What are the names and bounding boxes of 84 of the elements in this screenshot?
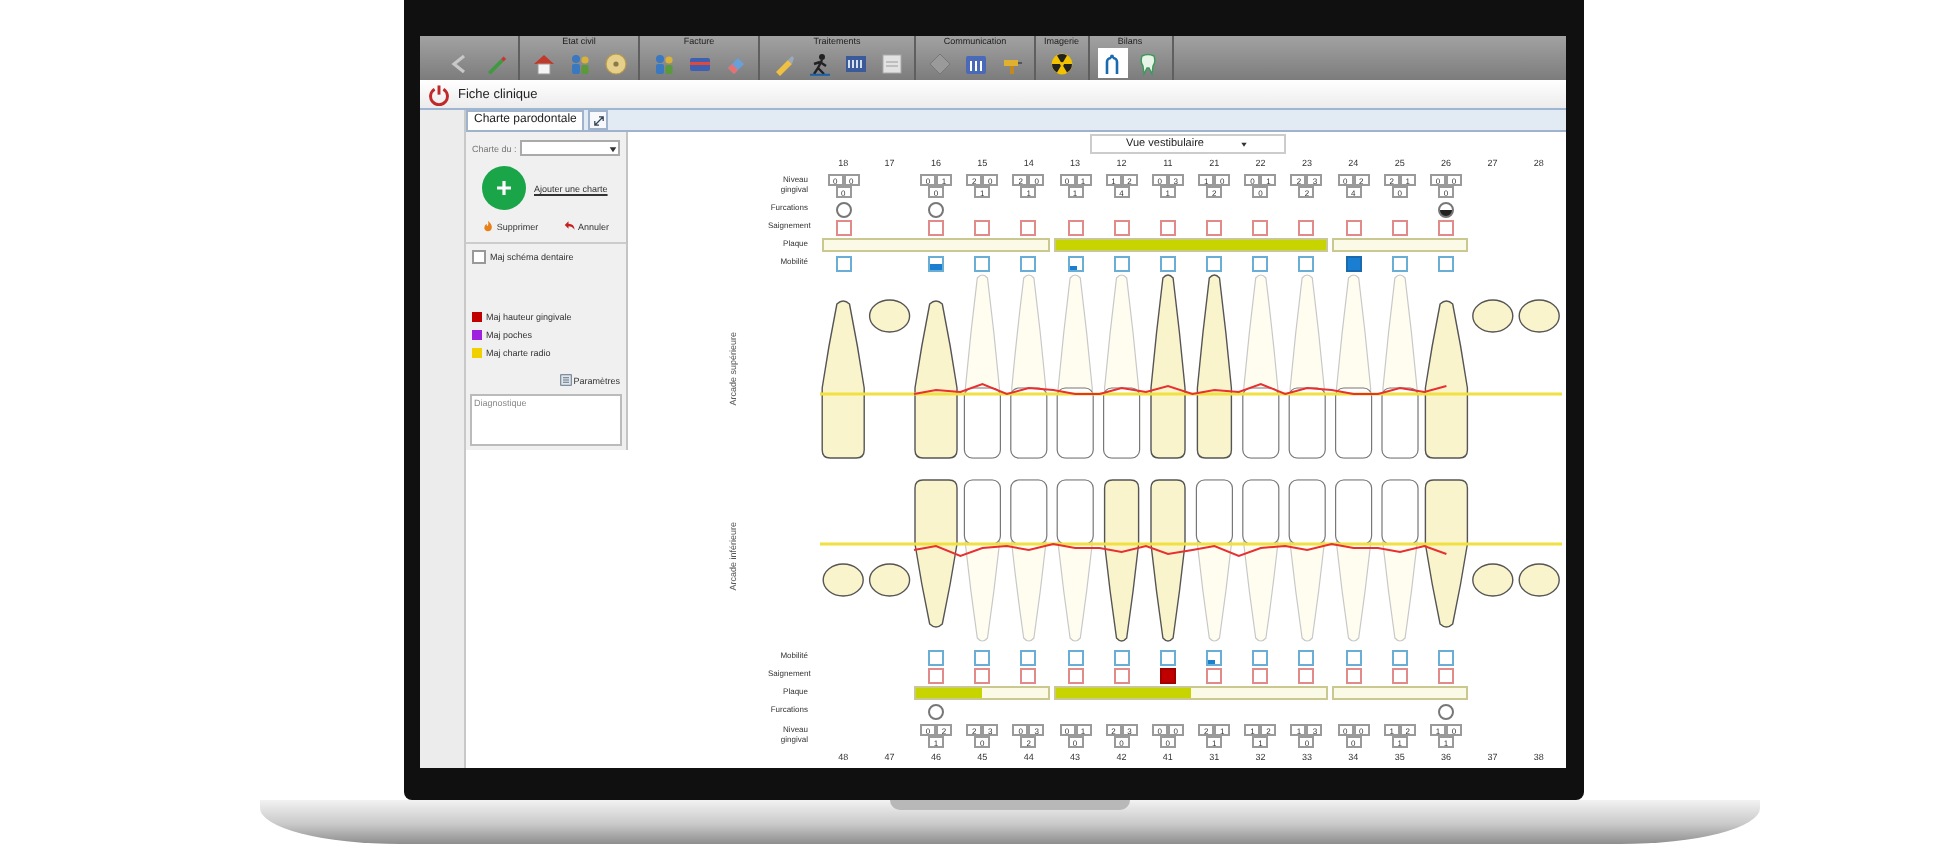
expand-button[interactable] [588, 110, 609, 130]
pen-icon [771, 51, 795, 75]
mobility-marker[interactable] [1438, 649, 1455, 665]
mobility-marker[interactable] [1113, 255, 1130, 271]
bleeding-checkbox[interactable] [1345, 667, 1362, 683]
bleeding-checkbox[interactable] [1159, 219, 1176, 235]
mobility-marker[interactable] [1252, 649, 1269, 665]
mobility-marker[interactable] [1438, 255, 1455, 271]
disc-icon [603, 51, 627, 75]
furcation-marker[interactable] [927, 201, 944, 217]
date-select[interactable] [520, 140, 620, 156]
mobility-marker[interactable] [1345, 649, 1362, 665]
bleeding-checkbox[interactable] [1113, 219, 1130, 235]
mobility-marker[interactable] [1020, 649, 1037, 665]
bleeding-checkbox[interactable] [1345, 219, 1362, 235]
bleeding-checkbox[interactable] [1252, 219, 1269, 235]
back-arrow-icon [447, 51, 471, 75]
undo-arrow-icon [564, 220, 577, 232]
bleeding-checkbox[interactable] [927, 219, 944, 235]
bleeding-checkbox[interactable] [974, 667, 991, 683]
mobility-marker[interactable] [1020, 255, 1037, 271]
mobility-marker[interactable] [1159, 649, 1176, 665]
mobility-marker[interactable] [927, 649, 944, 665]
bleeding-checkbox[interactable] [1298, 219, 1315, 235]
mobility-marker[interactable] [1206, 649, 1223, 665]
power-icon [428, 83, 450, 105]
mobility-marker[interactable] [1391, 255, 1408, 271]
bleeding-checkbox[interactable] [1298, 667, 1315, 683]
people-icon [651, 51, 675, 75]
pencil-icon [483, 51, 507, 75]
people-icon [567, 51, 591, 75]
bleeding-checkbox[interactable] [1067, 667, 1084, 683]
list-icon [843, 51, 867, 75]
toolbar-button[interactable] [1046, 48, 1077, 78]
bleeding-checkbox[interactable] [1020, 219, 1037, 235]
bleeding-checkbox[interactable] [1159, 667, 1176, 683]
figure-icon [807, 51, 831, 75]
mobility-marker[interactable] [1067, 255, 1084, 271]
bleeding-checkbox[interactable] [974, 219, 991, 235]
mobility-marker[interactable] [927, 255, 944, 271]
toolbar-button[interactable] [1097, 48, 1128, 78]
note-icon [879, 51, 903, 75]
bleeding-checkbox[interactable] [1438, 219, 1455, 235]
bleeding-checkbox[interactable] [835, 219, 852, 235]
mobility-marker[interactable] [1159, 255, 1176, 271]
calendar-icon [963, 51, 987, 75]
radiation-icon [1049, 51, 1074, 75]
bleeding-checkbox[interactable] [1206, 219, 1223, 235]
caret-icon [608, 143, 618, 153]
furcation-marker[interactable] [1438, 703, 1455, 719]
bleeding-checkbox[interactable] [1252, 667, 1269, 683]
bleeding-checkbox[interactable] [1438, 667, 1455, 683]
bleeding-checkbox[interactable] [1206, 667, 1223, 683]
flame-icon [482, 220, 495, 232]
bleeding-checkbox[interactable] [927, 667, 944, 683]
schema-checkbox[interactable] [472, 250, 486, 264]
house-icon [531, 51, 555, 75]
mobility-marker[interactable] [1298, 255, 1315, 271]
add-button[interactable] [482, 166, 526, 210]
furcation-marker[interactable] [927, 703, 944, 719]
bleeding-checkbox[interactable] [1113, 667, 1130, 683]
bleeding-checkbox[interactable] [1067, 219, 1084, 235]
mobility-marker[interactable] [1206, 255, 1223, 271]
settings-icon [559, 374, 572, 386]
furcation-marker[interactable] [835, 201, 852, 217]
mobility-marker[interactable] [974, 255, 991, 271]
mobility-marker[interactable] [1391, 649, 1408, 665]
caret-icon [1239, 140, 1248, 148]
mobility-marker[interactable] [1298, 649, 1315, 665]
toolbar-button[interactable] [804, 48, 834, 78]
diamond-icon [927, 51, 951, 75]
mobility-marker[interactable] [1067, 649, 1084, 665]
furcation-marker[interactable] [1438, 201, 1455, 217]
mobility-marker[interactable] [974, 649, 991, 665]
tooth-icon [1136, 51, 1161, 75]
bleeding-checkbox[interactable] [1391, 219, 1408, 235]
bleeding-checkbox[interactable] [1391, 667, 1408, 683]
expand-icon [591, 113, 606, 127]
mobility-marker[interactable] [1113, 649, 1130, 665]
mobility-marker[interactable] [1345, 255, 1362, 271]
mobility-marker[interactable] [835, 255, 852, 271]
mobility-marker[interactable] [1252, 255, 1269, 271]
bleeding-checkbox[interactable] [1020, 667, 1037, 683]
plus-icon [494, 178, 514, 198]
